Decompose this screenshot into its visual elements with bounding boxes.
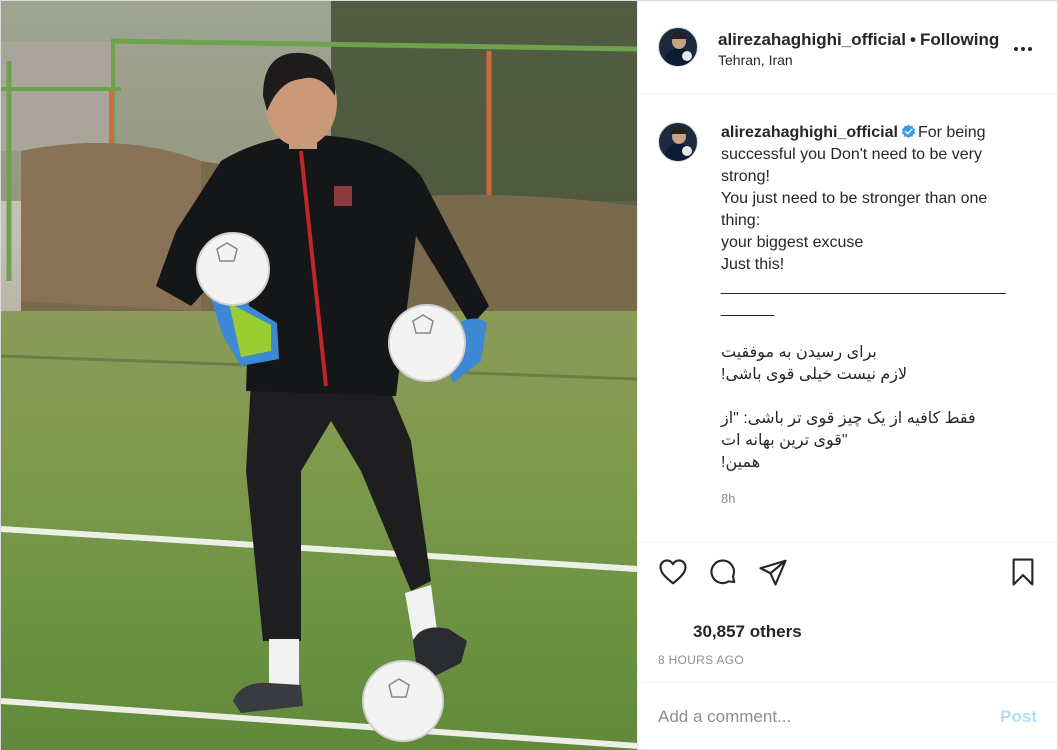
action-bar: 30,857 others 8 HOURS AGO <box>638 542 1058 682</box>
caption-line: successful you Don't need to be very <box>721 146 982 163</box>
post-header: alirezahaghighi_official • Following Tehra… <box>638 1 1058 94</box>
verified-badge-icon <box>901 124 916 139</box>
caption-line: ________________________________ <box>721 278 1006 295</box>
caption-avatar[interactable] <box>658 122 698 162</box>
caption-line: You just need to be stronger than one <box>721 190 988 207</box>
caption-section: alirezahaghighi_official For being succes… <box>638 94 1058 542</box>
heart-icon[interactable] <box>658 557 690 589</box>
caption-line: your biggest excuse <box>721 234 864 251</box>
bookmark-icon[interactable] <box>1008 557 1040 589</box>
comment-icon[interactable] <box>708 557 740 589</box>
caption-line: Just this! <box>721 256 785 273</box>
caption-first-line: For being <box>917 124 986 141</box>
caption-farsi-line: "قوی ترین بهانه ات <box>721 432 848 449</box>
location-link[interactable]: Tehran, Iran <box>718 52 793 68</box>
post-photo[interactable] <box>1 1 637 750</box>
caption-farsi-line: لازم نیست خیلی قوی باشی! <box>721 366 908 383</box>
caption-farsi-line: فقط کافیه از یک چیز قوی تر باشی: "از <box>721 410 976 427</box>
header-username-line: alirezahaghighi_official • Following <box>718 30 999 50</box>
post-comment-button[interactable]: Post <box>1000 707 1037 727</box>
caption-farsi-line <box>721 386 1031 408</box>
header-username[interactable]: alirezahaghighi_official <box>718 30 906 49</box>
goalkeeper-photo <box>1 1 637 750</box>
post-sidebar: alirezahaghighi_official • Following Tehra… <box>637 1 1058 749</box>
caption-text: alirezahaghighi_official For being succes… <box>721 122 1031 474</box>
more-options-icon[interactable] <box>1011 37 1035 61</box>
following-button[interactable]: Following <box>920 30 999 49</box>
caption-time[interactable]: 8h <box>721 491 735 506</box>
caption-username[interactable]: alirezahaghighi_official <box>721 124 898 141</box>
comment-form: Post <box>638 682 1058 749</box>
likes-count[interactable]: 30,857 others <box>693 622 802 642</box>
post-timestamp[interactable]: 8 HOURS AGO <box>658 653 744 667</box>
caption-farsi-line: همین! <box>721 454 761 471</box>
caption-farsi-line: برای رسیدن به موفقیت <box>721 344 877 361</box>
caption-line: ______ <box>721 300 775 317</box>
caption-line: thing: <box>721 212 761 229</box>
avatar[interactable] <box>658 27 698 67</box>
comment-input[interactable] <box>658 703 978 731</box>
caption-line: strong! <box>721 168 770 185</box>
separator-dot: • <box>910 30 916 49</box>
share-icon[interactable] <box>758 557 790 589</box>
post-container: alirezahaghighi_official • Following Tehra… <box>0 0 1058 750</box>
